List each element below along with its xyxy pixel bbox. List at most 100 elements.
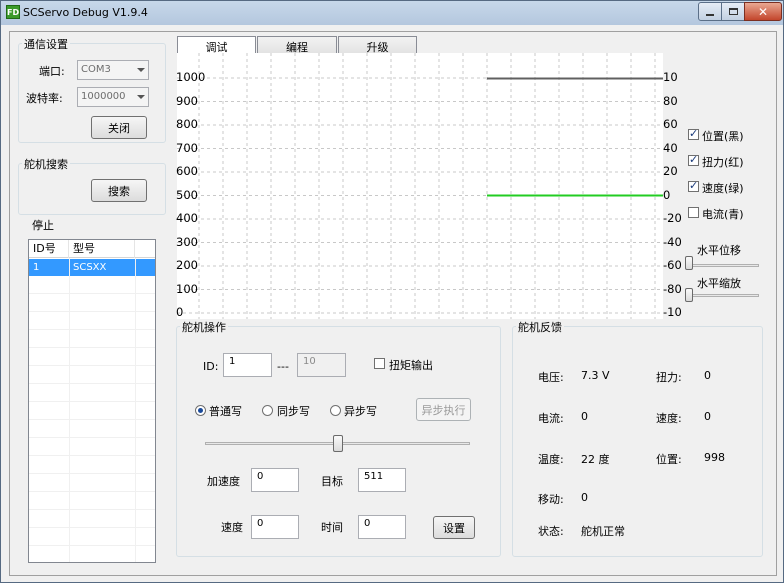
target-label: 目标 [321, 475, 343, 488]
maximize-icon [728, 8, 738, 15]
y-tick-label: 700 [176, 140, 198, 155]
y2-tick-label: -40 [663, 234, 682, 249]
list-item[interactable]: 1 SCSXX [29, 259, 155, 276]
h-offset-slider[interactable] [687, 264, 759, 267]
y-tick-label: 600 [176, 164, 198, 178]
port-value: COM3 [81, 64, 111, 75]
torque-output-label: 扭矩输出 [389, 359, 433, 372]
legend-checkbox[interactable] [688, 207, 699, 218]
h-zoom-label: 水平缩放 [697, 277, 741, 290]
close-icon: ✕ [757, 4, 769, 19]
window-title: SCServo Debug V1.9.4 [23, 6, 148, 19]
y-tick-label: 500 [176, 187, 198, 202]
chevron-down-icon [137, 68, 145, 72]
search-status: 停止 [32, 219, 54, 232]
position-value: 998 [704, 451, 725, 464]
async-execute-button[interactable]: 异步执行 [416, 398, 471, 421]
app-window: FD SCServo Debug V1.9.4 ✕ 通信设置 端口: COM3 … [0, 0, 784, 583]
id-end-input[interactable]: 10 [297, 353, 346, 377]
port-label: 端口: [39, 65, 65, 78]
y-tick-label: 1000 [176, 70, 206, 84]
mode-async-label: 异步写 [344, 405, 377, 418]
mode-sync-radio[interactable] [262, 405, 273, 416]
baud-select[interactable]: 1000000 [77, 87, 149, 107]
y-tick-label: 0 [176, 305, 184, 319]
servo-feedback-title: 舵机反馈 [516, 319, 564, 335]
legend-checkbox[interactable] [688, 127, 699, 140]
column-header-model[interactable]: 型号 [69, 240, 135, 258]
target-slider-thumb[interactable] [333, 435, 343, 452]
torque-label: 扭力: [656, 371, 682, 384]
chevron-down-icon [137, 95, 145, 99]
y2-tick-label: 0 [663, 187, 671, 202]
servo-id: 1 [33, 262, 40, 273]
speed-label: 速度 [221, 521, 243, 534]
plot-background [177, 53, 663, 319]
y-tick-label: 400 [176, 211, 198, 225]
h-zoom-slider[interactable] [687, 294, 759, 297]
position-label: 位置: [656, 453, 682, 466]
legend-checkbox[interactable] [688, 153, 699, 166]
mode-normal-radio[interactable] [195, 405, 206, 416]
speed-fb-value: 0 [704, 410, 711, 423]
speed-input[interactable]: 0 [251, 515, 299, 539]
maximize-button[interactable] [721, 2, 745, 21]
servo-list[interactable]: ID号 型号 1 SCSXX [28, 239, 156, 563]
y2-tick-label: -20 [663, 211, 682, 225]
status-value: 舵机正常 [581, 525, 625, 538]
y2-tick-label: -10 [663, 305, 682, 319]
torque-value: 0 [704, 369, 711, 382]
legend-label: 位置(黑) [702, 130, 744, 143]
torque-output-checkbox[interactable] [374, 358, 385, 369]
y2-tick-label: -60 [663, 258, 682, 272]
comm-settings-title: 通信设置 [22, 36, 70, 52]
move-value: 0 [581, 491, 588, 504]
servo-search-title: 舵机搜索 [22, 156, 70, 172]
baud-value: 1000000 [81, 91, 126, 102]
h-offset-slider-thumb[interactable] [685, 256, 693, 270]
temperature-label: 温度: [538, 453, 564, 466]
minimize-icon [706, 13, 714, 16]
h-zoom-slider-thumb[interactable] [685, 288, 693, 302]
legend-checkbox[interactable] [688, 179, 699, 192]
column-header-id[interactable]: ID号 [29, 240, 69, 258]
move-label: 移动: [538, 493, 564, 506]
accel-label: 加速度 [207, 475, 240, 488]
current-value: 0 [581, 410, 588, 423]
id-range-separator: --- [277, 360, 289, 373]
title-bar[interactable]: FD SCServo Debug V1.9.4 ✕ [1, 1, 783, 25]
y2-tick-label: 80 [663, 93, 678, 108]
baud-label: 波特率: [26, 92, 63, 105]
y-tick-label: 200 [176, 258, 198, 272]
y2-tick-label: -80 [663, 281, 682, 296]
list-header: ID号 型号 [29, 240, 155, 258]
servo-chart [177, 53, 663, 319]
servo-operation-title: 舵机操作 [180, 319, 228, 335]
port-select[interactable]: COM3 [77, 60, 149, 80]
voltage-value: 7.3 V [581, 369, 610, 382]
speed-fb-label: 速度: [656, 412, 682, 425]
y-tick-label: 300 [176, 234, 198, 249]
mode-async-radio[interactable] [330, 405, 341, 416]
legend-label: 电流(青) [702, 208, 744, 221]
status-label: 状态: [538, 525, 564, 538]
close-window-button[interactable]: ✕ [744, 2, 782, 21]
minimize-button[interactable] [698, 2, 722, 21]
legend-label: 速度(绿) [702, 182, 744, 195]
current-label: 电流: [538, 412, 564, 425]
app-icon: FD [6, 5, 20, 19]
time-label: 时间 [321, 521, 343, 534]
set-button[interactable]: 设置 [433, 516, 475, 539]
id-label: ID: [203, 360, 219, 373]
close-port-button[interactable]: 关闭 [91, 116, 147, 139]
search-button[interactable]: 搜索 [91, 179, 147, 202]
h-offset-label: 水平位移 [697, 244, 741, 257]
y-tick-label: 100 [176, 281, 198, 296]
y2-tick-label: 10 [663, 70, 678, 84]
time-input[interactable]: 0 [358, 515, 406, 539]
target-input[interactable]: 511 [358, 468, 406, 492]
accel-input[interactable]: 0 [251, 468, 299, 492]
servo-model: SCSXX [73, 262, 107, 273]
id-start-input[interactable]: 1 [223, 353, 272, 377]
legend-label: 扭力(红) [702, 156, 744, 169]
